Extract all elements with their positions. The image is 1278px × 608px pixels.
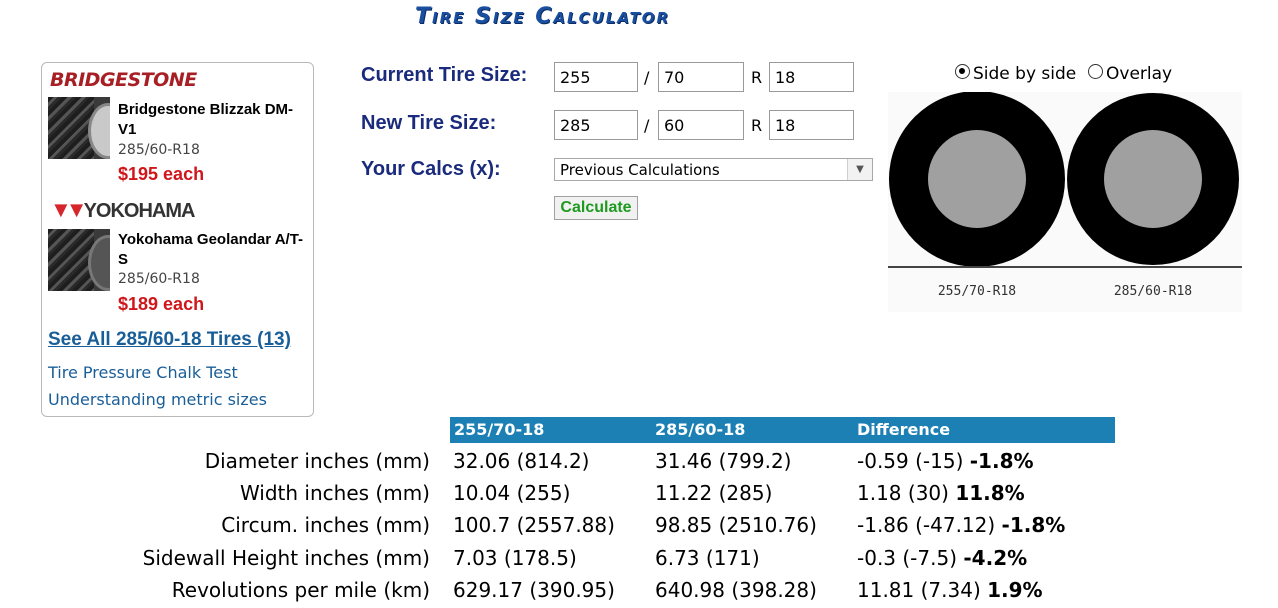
tire-comparison-diagram: 255/70-R18 285/60-R18 xyxy=(888,92,1242,312)
new-size-label: New Tire Size: xyxy=(361,112,497,134)
product-size: 285/60-R18 xyxy=(118,142,200,158)
cell-new: 6.73 (171) xyxy=(655,546,760,570)
previous-calcs-value: Previous Calculations xyxy=(560,161,720,179)
overlay-label[interactable]: Overlay xyxy=(1106,64,1172,84)
product-price: $195 each xyxy=(118,164,205,184)
slash-separator: / xyxy=(644,68,650,87)
rim-left xyxy=(928,130,1026,228)
chalk-test-link[interactable]: Tire Pressure Chalk Test xyxy=(48,363,238,382)
chevron-down-icon[interactable]: ▼ xyxy=(847,159,872,180)
header-current: 255/70-18 xyxy=(454,420,545,439)
slash-separator: / xyxy=(644,116,650,135)
cell-difference: -0.3 (-7.5) -4.2% xyxy=(857,546,1028,570)
new-ratio-input[interactable]: 60 xyxy=(658,110,744,140)
overlay-radio[interactable] xyxy=(1088,64,1103,79)
cell-percent: 11.8% xyxy=(955,481,1025,505)
current-ratio-input[interactable]: 70 xyxy=(658,62,744,92)
results-header xyxy=(450,417,1115,443)
tire-image[interactable] xyxy=(48,97,110,159)
tire-ad-panel: BRIDGESTONE Bridgestone Blizzak DM-V1 28… xyxy=(41,62,314,417)
header-difference: Difference xyxy=(857,420,951,439)
cell-percent: 1.9% xyxy=(987,578,1043,602)
calcs-label: Your Calcs (x): xyxy=(361,158,501,180)
cell-current: 7.03 (178.5) xyxy=(453,546,577,570)
product-name[interactable]: Bridgestone Blizzak DM-V1 xyxy=(118,100,310,140)
cell-current: 100.7 (2557.88) xyxy=(453,513,615,537)
cell-new: 31.46 (799.2) xyxy=(655,449,792,473)
product-price: $189 each xyxy=(118,294,205,314)
row-label: Circum. inches (mm) xyxy=(221,513,430,537)
calculate-button[interactable]: Calculate xyxy=(554,196,638,220)
row-label: Diameter inches (mm) xyxy=(204,449,430,473)
side-by-side-label[interactable]: Side by side xyxy=(973,64,1076,84)
cell-difference: 11.81 (7.34) 1.9% xyxy=(857,578,1043,602)
r-separator: R xyxy=(751,68,763,87)
rim-right xyxy=(1104,130,1202,228)
cell-difference: -0.59 (-15) -1.8% xyxy=(857,449,1034,473)
current-size-label: Current Tire Size: xyxy=(361,64,528,86)
new-width-input[interactable]: 285 xyxy=(554,110,638,140)
cell-current: 10.04 (255) xyxy=(453,481,571,505)
metric-sizes-link[interactable]: Understanding metric sizes xyxy=(48,390,267,409)
tire-label-left: 255/70-R18 xyxy=(938,284,1016,299)
page-title: Tire Size Calculator xyxy=(415,4,671,29)
side-by-side-radio[interactable] xyxy=(955,64,970,79)
current-rim-input[interactable]: 18 xyxy=(769,62,854,92)
see-all-tires-link[interactable]: See All 285/60-18 Tires (13) xyxy=(48,329,291,351)
new-rim-input[interactable]: 18 xyxy=(769,110,854,140)
product-name[interactable]: Yokohama Geolandar A/T-S xyxy=(118,230,310,270)
previous-calcs-select[interactable]: Previous Calculations ▼ xyxy=(554,158,873,181)
cell-percent: -1.8% xyxy=(1001,513,1066,537)
row-label: Width inches (mm) xyxy=(239,481,430,505)
cell-percent: -4.2% xyxy=(963,546,1028,570)
tire-image[interactable] xyxy=(48,229,110,291)
header-new: 285/60-18 xyxy=(655,420,746,439)
tire-label-right: 285/60-R18 xyxy=(1114,284,1192,299)
r-separator: R xyxy=(751,116,763,135)
cell-difference: -1.86 (-47.12) -1.8% xyxy=(857,513,1066,537)
current-width-input[interactable]: 255 xyxy=(554,62,638,92)
row-label: Revolutions per mile (km) xyxy=(171,578,430,602)
cell-percent: -1.8% xyxy=(969,449,1034,473)
bridgestone-logo[interactable]: BRIDGESTONE xyxy=(50,69,197,91)
cell-new: 11.22 (285) xyxy=(655,481,773,505)
product-size: 285/60-R18 xyxy=(118,271,200,287)
cell-current: 629.17 (390.95) xyxy=(453,578,615,602)
yokohama-logo[interactable]: ▼▼ YOKOHAMA xyxy=(50,197,195,223)
cell-current: 32.06 (814.2) xyxy=(453,449,590,473)
cell-new: 640.98 (398.28) xyxy=(655,578,817,602)
cell-difference: 1.18 (30) 11.8% xyxy=(857,481,1025,505)
row-label: Sidewall Height inches (mm) xyxy=(142,546,430,570)
cell-new: 98.85 (2510.76) xyxy=(655,513,817,537)
